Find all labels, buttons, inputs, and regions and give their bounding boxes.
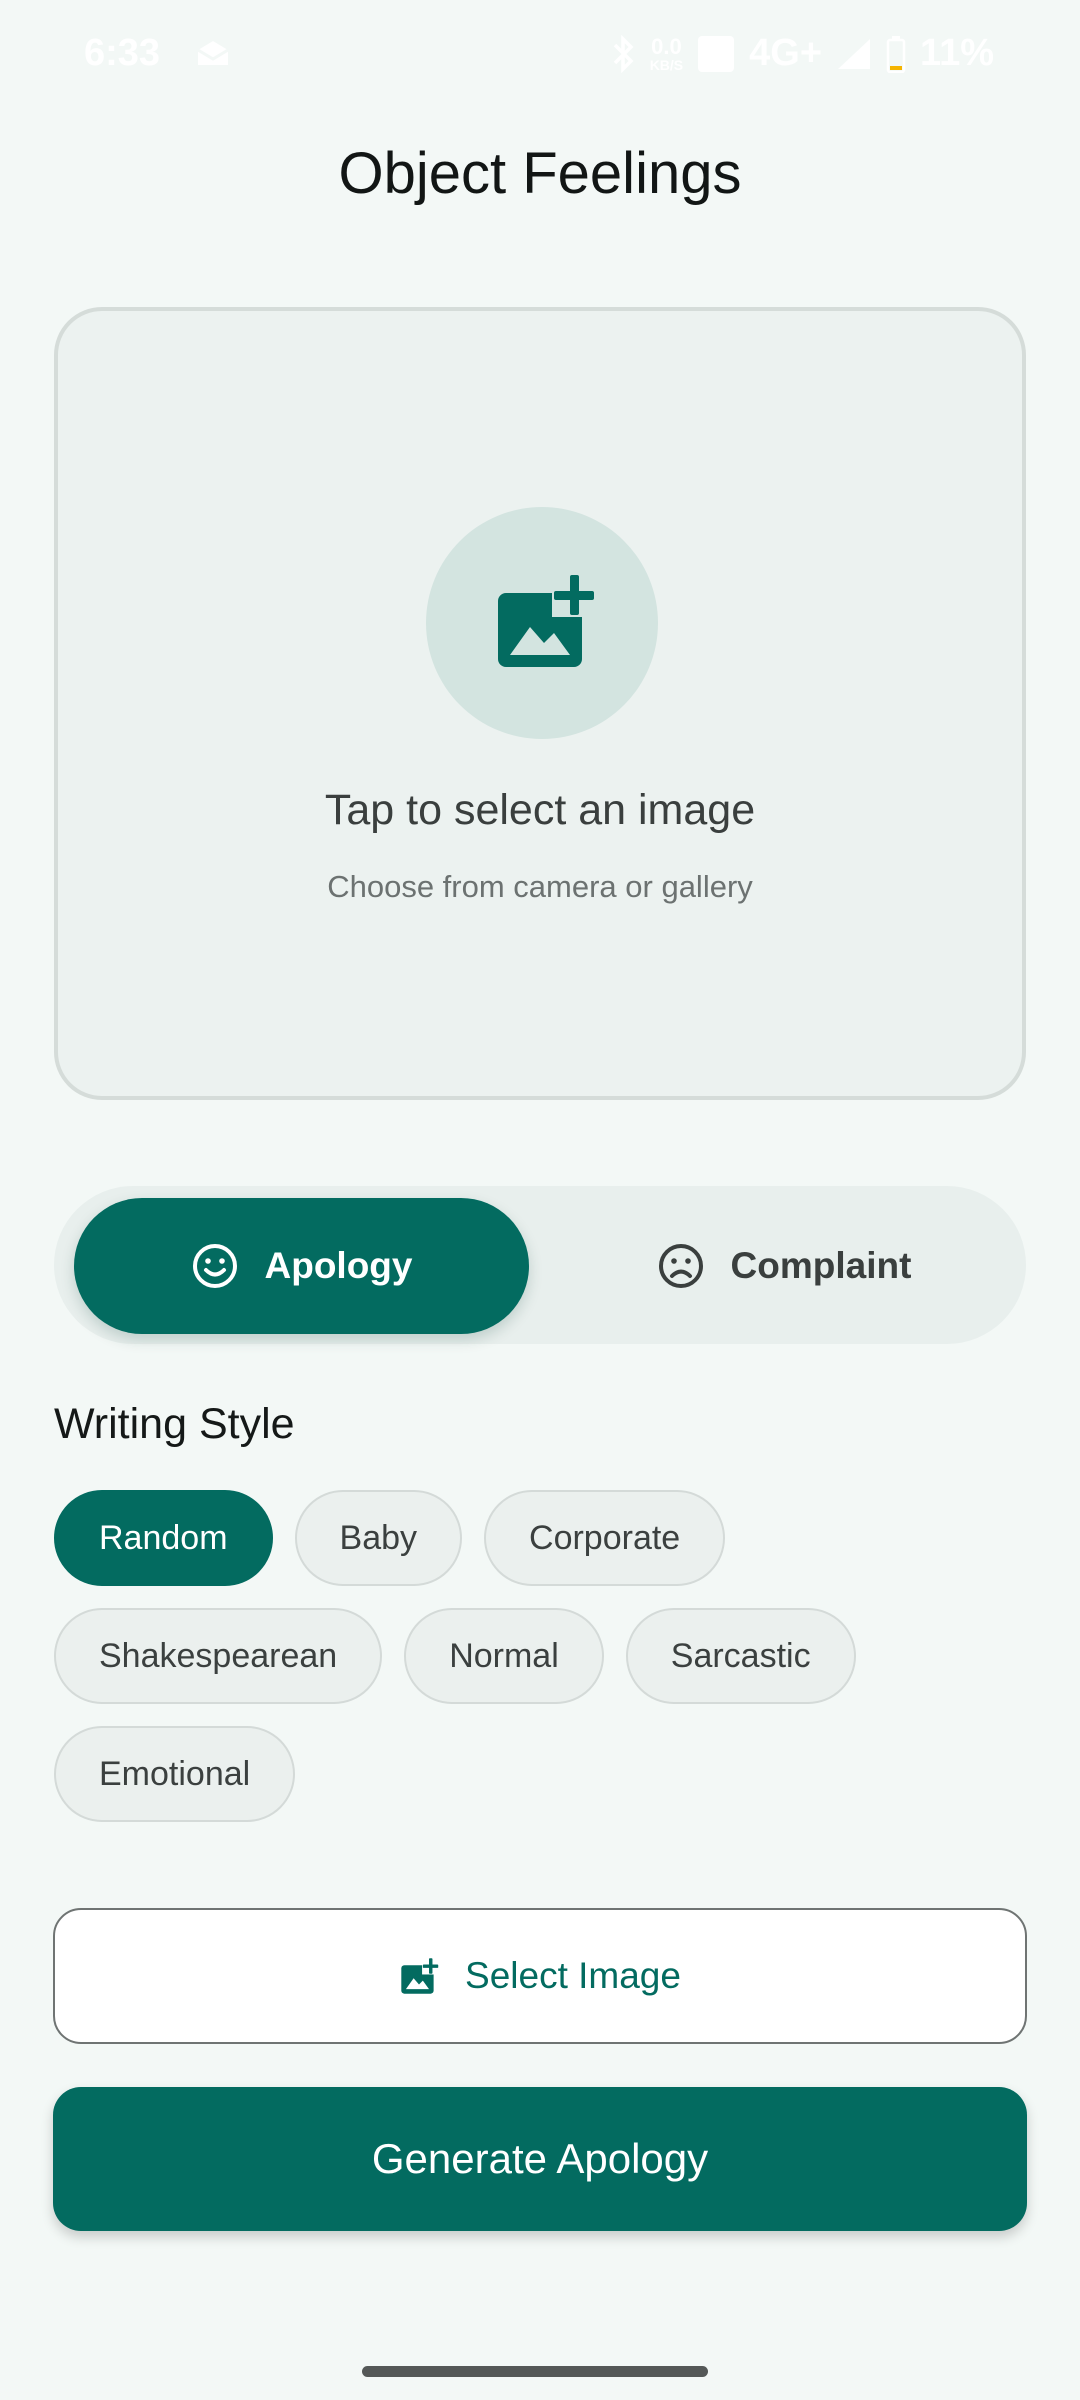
style-chip-shakespearean[interactable]: Shakespearean	[54, 1608, 383, 1704]
status-icons: 0.0 KB/S 4G+ 11%	[610, 32, 994, 75]
battery-icon	[886, 35, 906, 73]
generate-apology-button[interactable]: Generate Apology	[53, 2087, 1027, 2231]
picker-subtitle: Choose from camera or gallery	[327, 869, 753, 904]
page-title: Object Feelings	[338, 141, 742, 206]
battery-percent: 11%	[920, 32, 994, 74]
style-chip-sarcastic[interactable]: Sarcastic	[625, 1608, 856, 1704]
writing-style-heading: Writing Style	[54, 1400, 295, 1448]
style-chip-emotional[interactable]: Emotional	[54, 1726, 296, 1822]
picker-title: Tap to select an image	[324, 786, 756, 834]
volte-icon	[698, 35, 735, 72]
select-image-button[interactable]: Select Image	[53, 1908, 1027, 2044]
style-chip-baby[interactable]: Baby	[294, 1490, 463, 1586]
status-time: 6:33	[84, 32, 161, 74]
add-photo-icon	[401, 1957, 440, 1994]
image-picker-area[interactable]: Tap to select an image Choose from camer…	[54, 307, 1026, 1100]
select-image-label: Select Image	[465, 1955, 681, 1996]
toggle-complaint-label: Complaint	[730, 1245, 912, 1286]
status-bar: 6:33 0.0 KB/S 4G+ 11%	[0, 0, 1080, 110]
toggle-apology-label: Apology	[264, 1245, 413, 1286]
signal-icon	[838, 38, 871, 69]
style-chip-random[interactable]: Random	[54, 1490, 273, 1586]
smile-icon	[192, 1244, 237, 1288]
style-chip-corporate[interactable]: Corporate	[484, 1490, 726, 1586]
mail-notification-icon	[197, 41, 229, 65]
bluetooth-icon	[613, 34, 634, 73]
toggle-complaint[interactable]: Complaint	[554, 1198, 1014, 1334]
frown-icon	[658, 1244, 703, 1288]
network-type: 4G+	[749, 32, 823, 74]
add-photo-icon	[498, 573, 596, 667]
network-speed: 0.0 KB/S	[649, 33, 684, 73]
style-chip-normal[interactable]: Normal	[404, 1608, 604, 1704]
toggle-apology[interactable]: Apology	[74, 1198, 529, 1334]
writing-style-chips: Random Baby Corporate Shakespearean Norm…	[54, 1490, 1026, 1822]
home-indicator[interactable]	[362, 2366, 708, 2377]
mode-toggle: Apology Complaint	[54, 1186, 1026, 1344]
add-image-circle	[426, 507, 658, 739]
